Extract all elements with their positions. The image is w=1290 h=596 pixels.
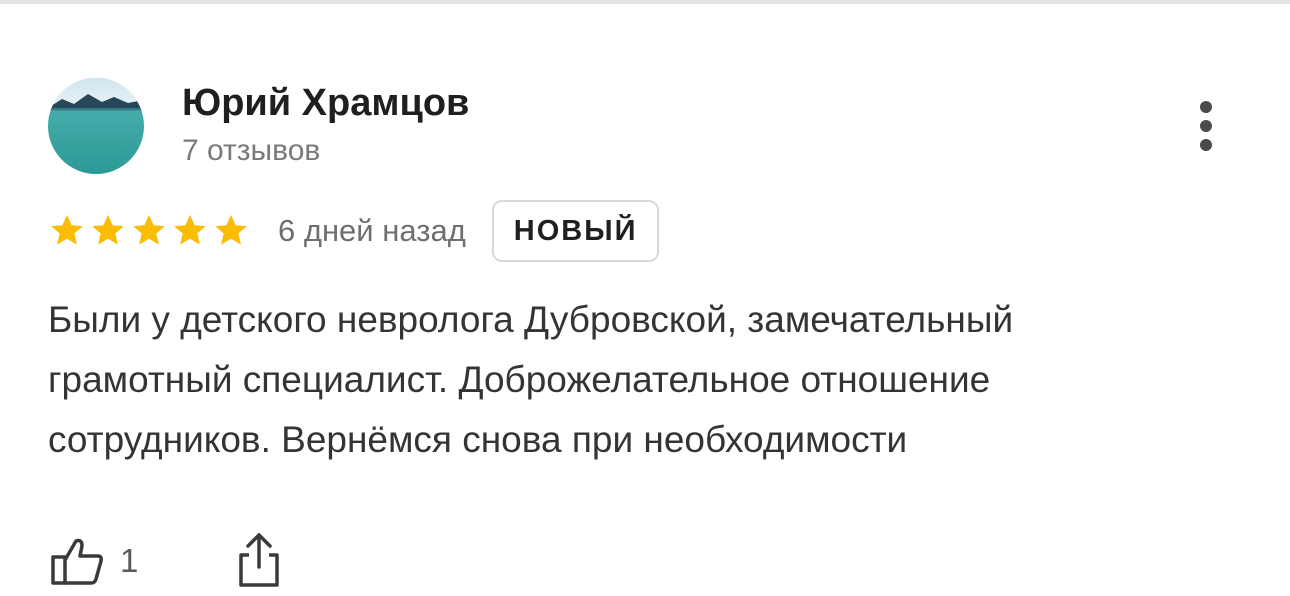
rating-row: 6 дней назад НОВЫЙ <box>48 198 660 264</box>
author-name[interactable]: Юрий Храмцов <box>182 80 469 126</box>
review-text-line: сотрудников. Вернёмся снова при необходи… <box>48 419 908 460</box>
star-rating <box>48 212 250 250</box>
more-options-button[interactable] <box>1184 96 1232 156</box>
avatar-image <box>48 78 144 174</box>
review-date: 6 дней назад <box>278 213 466 248</box>
like-count: 1 <box>120 542 139 579</box>
more-vertical-icon <box>1200 101 1212 151</box>
top-divider <box>0 0 1290 4</box>
share-button[interactable] <box>234 529 284 594</box>
review-text-line: Были у детского невролога Дубровской, за… <box>48 299 1014 340</box>
review-text-line: грамотный специалист. Доброжелательное о… <box>48 359 991 400</box>
star-icon <box>174 214 206 245</box>
star-icon <box>92 214 124 245</box>
avatar[interactable] <box>48 78 144 174</box>
review-text: Были у детского невролога Дубровской, за… <box>48 290 1208 470</box>
star-icon <box>215 214 247 245</box>
author-review-count: 7 отзывов <box>182 134 321 167</box>
star-icon <box>51 214 83 245</box>
like-button[interactable]: 1 <box>48 533 138 589</box>
share-icon <box>239 532 280 587</box>
review-actions: 1 <box>48 530 284 592</box>
thumbs-up-icon <box>51 538 103 585</box>
star-icon <box>133 214 165 245</box>
new-badge: НОВЫЙ <box>491 200 660 262</box>
